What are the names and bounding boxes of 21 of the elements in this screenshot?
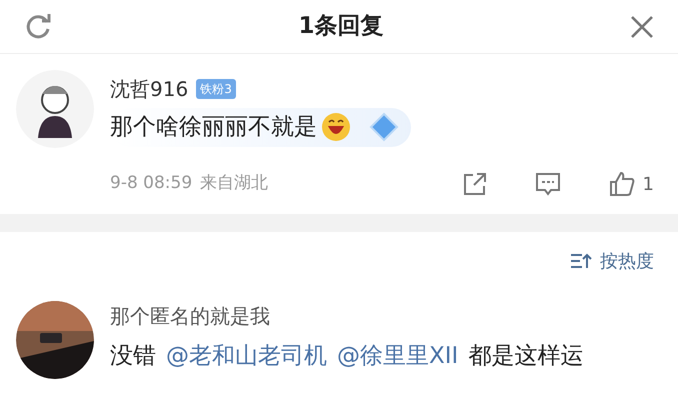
page-title: 1条回复 <box>298 12 384 42</box>
username[interactable]: 沈哲916 <box>110 74 188 104</box>
comment-text: 都是这样运 <box>468 342 584 368</box>
sort-button[interactable]: 按热度 <box>570 248 654 274</box>
username[interactable]: 那个匿名的就是我 <box>110 300 584 330</box>
timestamp: 9-8 08:59 <box>110 172 192 196</box>
mention-link[interactable]: @老和山老司机 <box>166 342 327 368</box>
mention-link[interactable]: @徐里里XII <box>337 342 458 368</box>
reply-text: 那个啥徐丽丽不就是 <box>110 113 317 142</box>
comment-icon[interactable] <box>534 172 561 196</box>
sort-icon <box>570 252 592 270</box>
avatar[interactable] <box>16 70 94 148</box>
share-icon[interactable] <box>462 172 487 196</box>
comment-text: 没错 <box>110 342 156 368</box>
like-count: 1 <box>642 172 654 196</box>
location-text: 来自湖北 <box>200 172 268 196</box>
fan-badge: 铁粉3 <box>196 79 236 99</box>
laughing-emoji-icon <box>321 112 351 142</box>
refresh-icon[interactable] <box>24 12 52 40</box>
thumbs-up-icon[interactable] <box>608 171 635 197</box>
close-icon[interactable] <box>630 14 654 38</box>
